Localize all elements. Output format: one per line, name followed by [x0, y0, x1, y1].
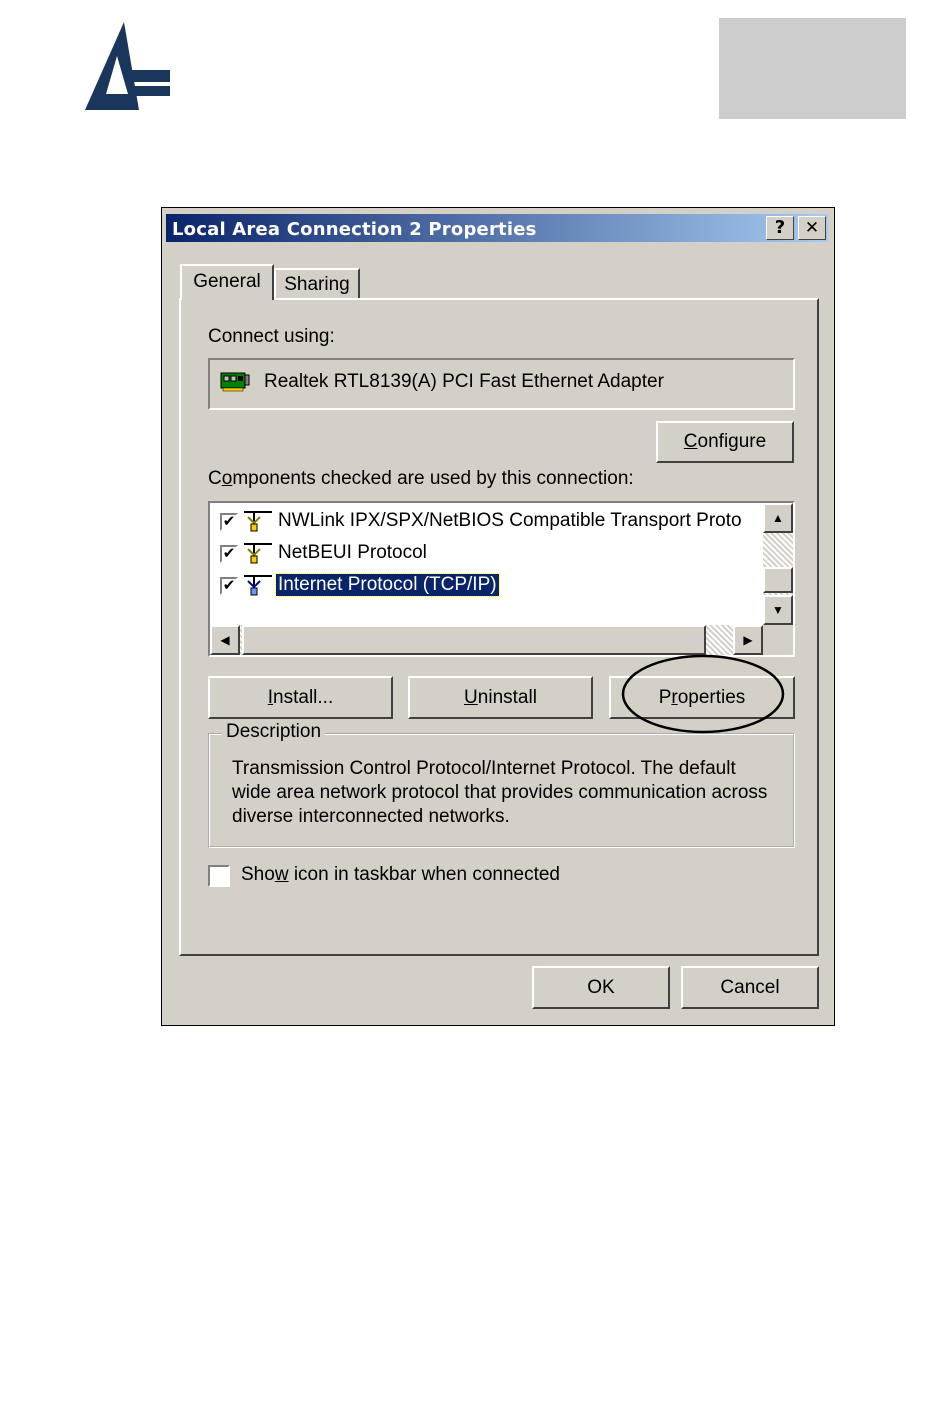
vertical-scrollbar[interactable]: ▲ ▼: [763, 503, 793, 625]
description-group: Description Transmission Control Protoco…: [208, 721, 795, 848]
connect-using-label: Connect using:: [208, 326, 335, 347]
network-protocol-icon: [244, 575, 272, 596]
scroll-down-button[interactable]: ▼: [763, 595, 793, 625]
general-tab-panel: Connect using: Realtek RTL8139(A) PCI Fa…: [179, 298, 819, 956]
list-item-selected[interactable]: ✔ Internet Protocol (TCP/IP): [218, 573, 758, 599]
components-list-viewport: ✔ NWLink IPX/SPX/NetBIOS Compatible Tran…: [210, 503, 763, 625]
title-bar: Local Area Connection 2 Properties ? ✕: [166, 214, 828, 242]
close-button[interactable]: ✕: [798, 216, 826, 240]
network-protocol-icon: [244, 511, 272, 532]
install-button[interactable]: Install...: [208, 676, 393, 719]
network-protocol-icon: [244, 543, 272, 564]
adapter-name: Realtek RTL8139(A) PCI Fast Ethernet Ada…: [264, 371, 664, 392]
cancel-button[interactable]: Cancel: [681, 966, 819, 1009]
description-text: Transmission Control Protocol/Internet P…: [232, 758, 768, 827]
components-list[interactable]: ✔ NWLink IPX/SPX/NetBIOS Compatible Tran…: [208, 501, 795, 657]
help-button[interactable]: ?: [766, 216, 794, 240]
description-legend: Description: [222, 721, 326, 743]
component-checkbox[interactable]: ✔: [220, 513, 238, 531]
component-checkbox[interactable]: ✔: [220, 577, 238, 595]
adapter-field: Realtek RTL8139(A) PCI Fast Ethernet Ada…: [208, 358, 795, 410]
show-icon-option[interactable]: Show icon in taskbar when connected: [208, 862, 608, 890]
configure-button[interactable]: Configure: [656, 421, 794, 463]
show-icon-label: Show icon in taskbar when connected: [241, 864, 560, 885]
close-icon: ✕: [804, 218, 820, 238]
tab-general[interactable]: General: [180, 264, 274, 300]
dialog-title: Local Area Connection 2 Properties: [172, 219, 537, 240]
scroll-thumb[interactable]: [763, 567, 793, 593]
highlight-ellipse: [621, 654, 785, 734]
scroll-up-button[interactable]: ▲: [763, 503, 793, 533]
component-checkbox[interactable]: ✔: [220, 545, 238, 563]
component-label: NWLink IPX/SPX/NetBIOS Compatible Transp…: [278, 510, 742, 531]
corner-gray-box: [719, 18, 906, 119]
ok-button[interactable]: OK: [532, 966, 670, 1009]
network-adapter-icon: [220, 372, 250, 392]
company-logo: [85, 22, 170, 110]
component-label: Internet Protocol (TCP/IP): [275, 573, 500, 597]
list-item[interactable]: ✔ NWLink IPX/SPX/NetBIOS Compatible Tran…: [218, 509, 763, 535]
properties-dialog: Local Area Connection 2 Properties ? ✕ G…: [161, 207, 835, 1026]
show-icon-checkbox[interactable]: [208, 865, 230, 887]
scroll-left-button[interactable]: ◀: [210, 625, 240, 655]
uninstall-button[interactable]: Uninstall: [408, 676, 593, 719]
components-label: Components checked are used by this conn…: [208, 468, 634, 489]
tab-sharing[interactable]: Sharing: [274, 268, 360, 300]
list-item[interactable]: ✔ NetBEUI Protocol: [218, 541, 758, 567]
component-label: NetBEUI Protocol: [278, 542, 427, 563]
